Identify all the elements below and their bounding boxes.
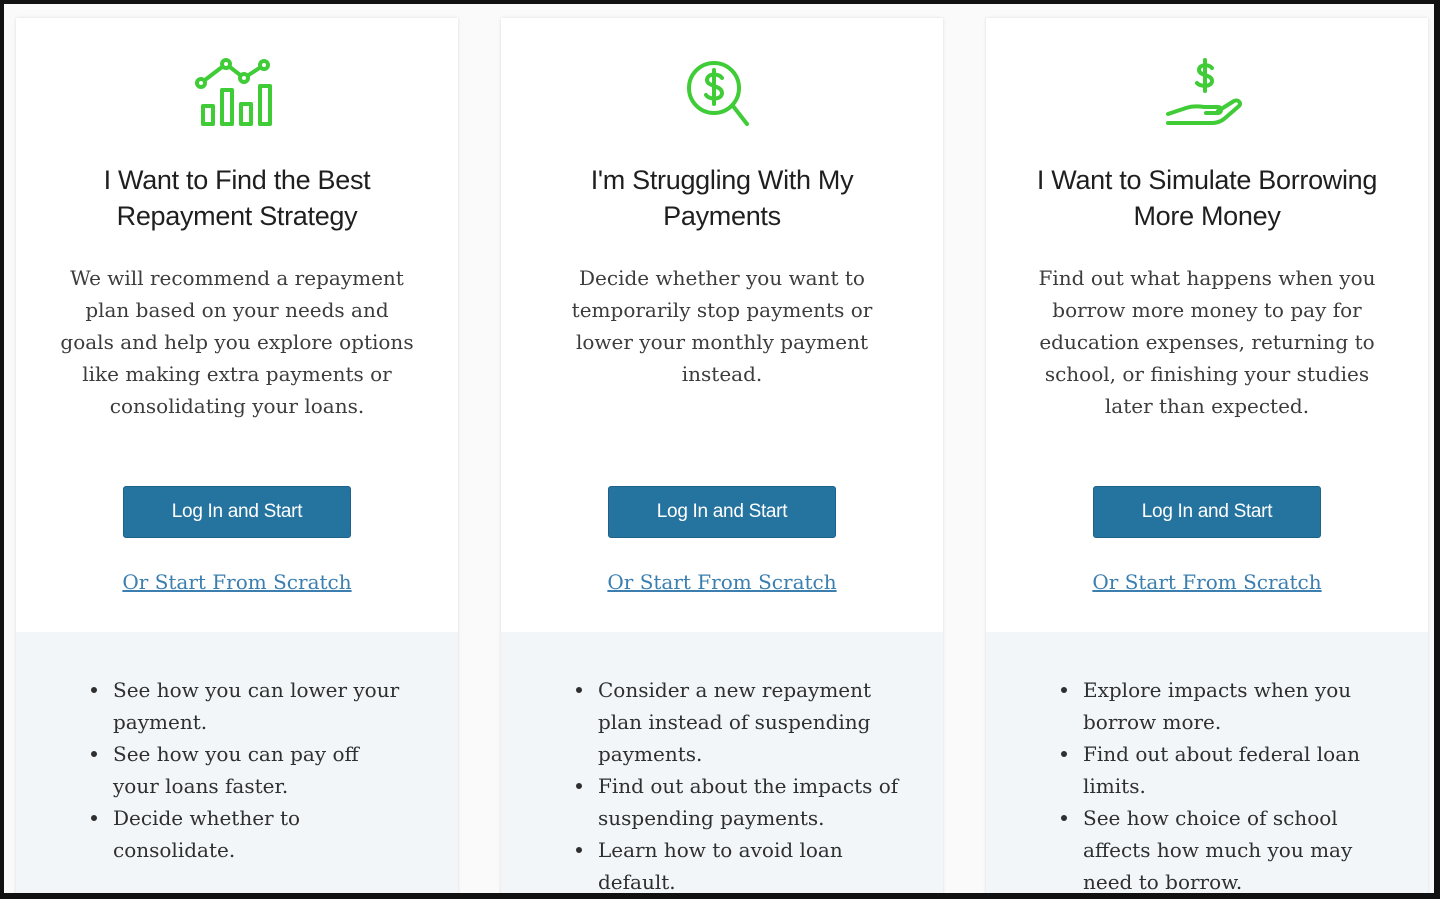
card-simulate-borrowing: I Want to Simulate Borrowing More Money … bbox=[986, 18, 1428, 893]
start-from-scratch-link[interactable]: Or Start From Scratch bbox=[986, 570, 1428, 594]
card-struggling-payments: I'm Struggling With My Payments Decide w… bbox=[501, 18, 943, 893]
dollar-magnifier-icon bbox=[687, 61, 749, 126]
card-top: I'm Struggling With My Payments Decide w… bbox=[501, 18, 943, 632]
start-from-scratch-link[interactable]: Or Start From Scratch bbox=[16, 570, 458, 594]
list-item: Consider a new repayment plan instead of… bbox=[573, 674, 903, 770]
card-title: I Want to Find the Best Repayment Strate… bbox=[103, 165, 371, 231]
bullet-list: Explore impacts when you borrow more. Fi… bbox=[1058, 674, 1368, 893]
hand-dollar-icon bbox=[1166, 58, 1243, 125]
card-title: I'm Struggling With My Payments bbox=[590, 165, 854, 231]
list-item: Find out about federal loan limits. bbox=[1058, 738, 1368, 802]
card-description: Find out what happens when you borrow mo… bbox=[1038, 266, 1376, 418]
list-item: Learn how to avoid loan default. bbox=[573, 834, 903, 893]
card-title: I Want to Simulate Borrowing More Money bbox=[1036, 165, 1378, 231]
list-item: See how choice of school affects how muc… bbox=[1058, 802, 1368, 893]
list-item: See how you can pay off your loans faste… bbox=[88, 738, 408, 802]
card-top: I Want to Find the Best Repayment Strate… bbox=[16, 18, 458, 632]
start-from-scratch-link[interactable]: Or Start From Scratch bbox=[501, 570, 943, 594]
bullet-list: See how you can lower your payment. See … bbox=[88, 674, 408, 866]
list-item: See how you can lower your payment. bbox=[88, 674, 408, 738]
bullet-list: Consider a new repayment plan instead of… bbox=[573, 674, 903, 893]
log-in-and-start-button[interactable]: Log In and Start bbox=[1093, 486, 1321, 538]
card-repayment-strategy: I Want to Find the Best Repayment Strate… bbox=[16, 18, 458, 893]
list-item: Find out about the impacts of suspending… bbox=[573, 770, 903, 834]
list-item: Decide whether to consolidate. bbox=[88, 802, 408, 866]
card-description: Decide whether you want to temporarily s… bbox=[571, 266, 873, 386]
card-top: I Want to Simulate Borrowing More Money … bbox=[986, 18, 1428, 632]
screenshot-frame: I Want to Find the Best Repayment Strate… bbox=[0, 0, 1440, 899]
log-in-and-start-button[interactable]: Log In and Start bbox=[608, 486, 836, 538]
log-in-and-start-button[interactable]: Log In and Start bbox=[123, 486, 351, 538]
bar-chart-trend-icon bbox=[195, 58, 272, 126]
list-item: Explore impacts when you borrow more. bbox=[1058, 674, 1368, 738]
card-description: We will recommend a repayment plan based… bbox=[60, 266, 414, 418]
